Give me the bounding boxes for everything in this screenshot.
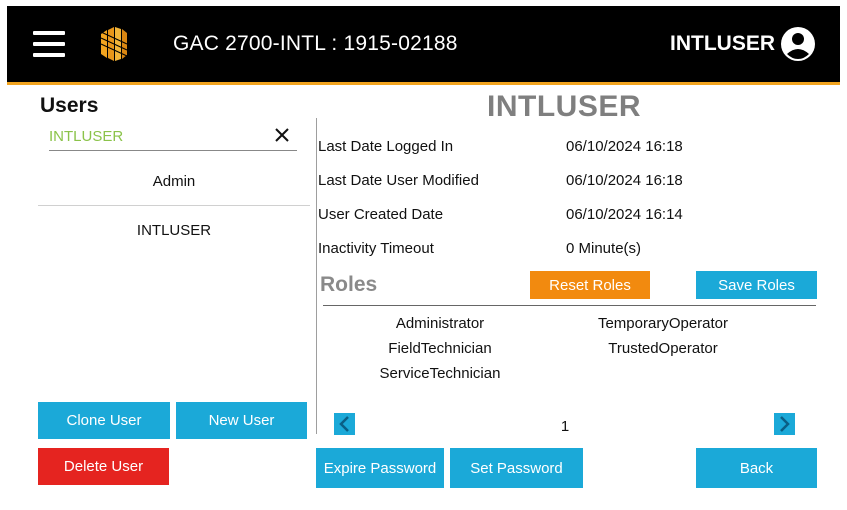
role-administrator[interactable]: Administrator: [350, 315, 530, 332]
selected-user-title: INTLUSER: [487, 90, 641, 123]
last-modified-value: 06/10/2024 16:18: [566, 172, 683, 189]
delete-user-button[interactable]: Delete User: [38, 448, 169, 485]
app-window: GAC 2700-INTL : 1915-02188 INTLUSER User…: [7, 6, 840, 504]
logo-icon: [100, 27, 128, 61]
set-password-button[interactable]: Set Password: [450, 448, 583, 488]
top-bar: GAC 2700-INTL : 1915-02188 INTLUSER: [7, 6, 840, 82]
back-button[interactable]: Back: [696, 448, 817, 488]
role-field-technician[interactable]: FieldTechnician: [350, 340, 530, 357]
app-title: GAC 2700-INTL : 1915-02188: [173, 32, 458, 55]
expire-password-button[interactable]: Expire Password: [316, 448, 444, 488]
list-divider: [38, 205, 310, 206]
user-list-item-admin[interactable]: Admin: [38, 173, 310, 190]
created-date-label: User Created Date: [318, 206, 444, 223]
reset-roles-button[interactable]: Reset Roles: [530, 271, 650, 299]
header-accent-line: [7, 82, 840, 85]
user-list-item-intluser[interactable]: INTLUSER: [38, 222, 310, 239]
close-icon[interactable]: [271, 124, 293, 146]
menu-icon[interactable]: [33, 31, 65, 57]
current-user-name: INTLUSER: [670, 32, 775, 55]
inactivity-timeout-label: Inactivity Timeout: [318, 240, 434, 257]
created-date-value: 06/10/2024 16:14: [566, 206, 683, 223]
inactivity-timeout-value: 0 Minute(s): [566, 240, 642, 257]
save-roles-button[interactable]: Save Roles: [696, 271, 817, 299]
page-number: 1: [560, 418, 570, 435]
role-temporary-operator[interactable]: TemporaryOperator: [573, 315, 753, 332]
user-search-input[interactable]: [49, 124, 249, 148]
chevron-right-icon[interactable]: [774, 413, 795, 435]
last-modified-label: Last Date User Modified: [318, 172, 479, 189]
pane-divider: [316, 118, 317, 434]
last-login-value: 06/10/2024 16:18: [566, 138, 683, 155]
clone-user-button[interactable]: Clone User: [38, 402, 170, 439]
search-underline: [49, 150, 297, 151]
new-user-button[interactable]: New User: [176, 402, 307, 439]
user-avatar-icon[interactable]: [780, 26, 816, 62]
roles-title: Roles: [320, 273, 378, 296]
role-trusted-operator[interactable]: TrustedOperator: [573, 340, 753, 357]
users-panel-title: Users: [40, 94, 99, 117]
roles-underline: [323, 305, 816, 306]
last-login-label: Last Date Logged In: [318, 138, 454, 155]
role-service-technician[interactable]: ServiceTechnician: [350, 365, 530, 382]
chevron-left-icon[interactable]: [334, 413, 355, 435]
